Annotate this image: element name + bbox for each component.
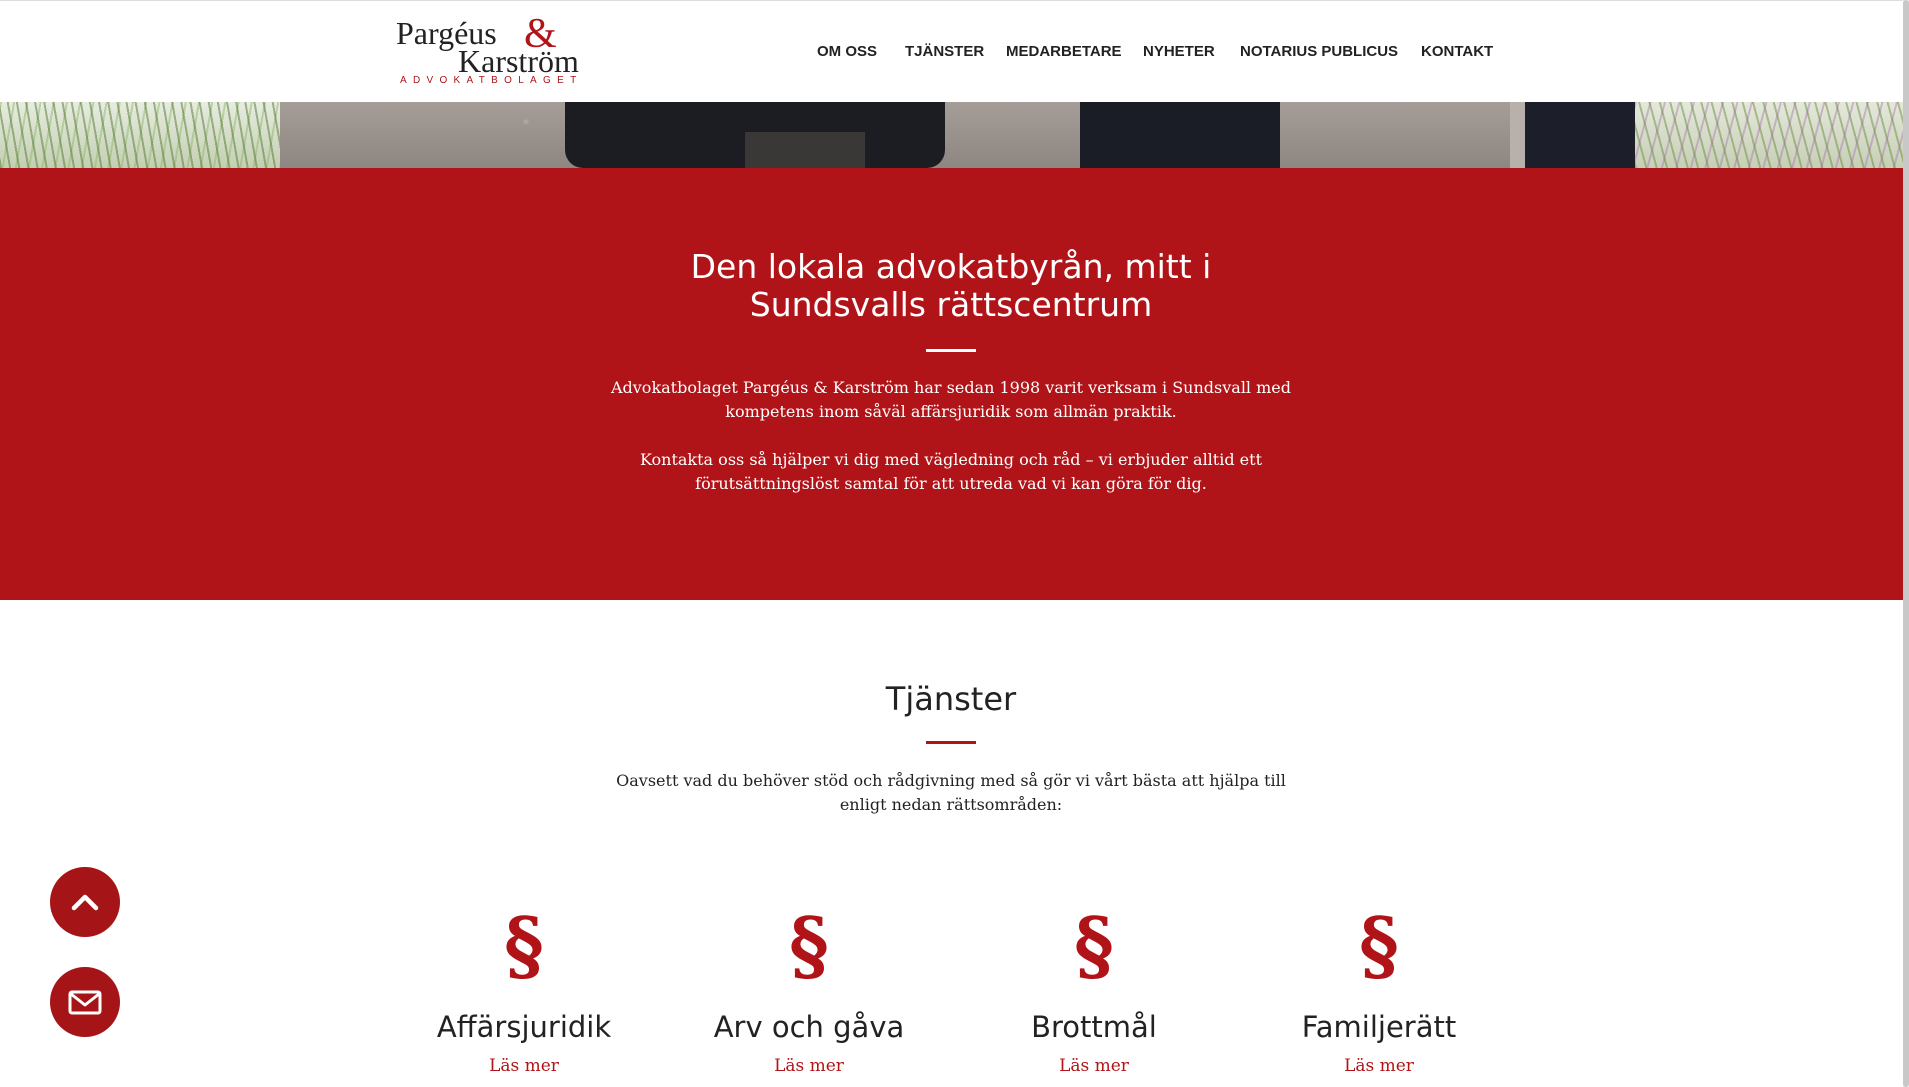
services-title: Tjänster [885,680,1017,718]
service-card-brottmal: § Brottmål Läs mer [974,900,1214,1087]
chevron-up-icon [71,894,99,911]
nav-item-kontakt[interactable]: KONTAKT [1421,43,1493,60]
service-read-more-link[interactable]: Läs mer [1259,1056,1499,1076]
service-read-more-link[interactable]: Läs mer [404,1056,644,1076]
intro-divider [926,349,976,352]
intro-paragraph-1: Advokatbolaget Pargéus & Karström har se… [610,378,1292,421]
site-header: Pargéus & Karström ADVOKATBOLAGET OM OSS… [0,0,1903,103]
services-intro: Oavsett vad du behöver stöd och rådgivni… [616,771,1286,814]
envelope-icon [68,990,102,1015]
page-scrollbar[interactable] [1903,0,1909,1087]
contact-mail-button[interactable] [50,967,120,1037]
service-card-arv-och-gava: § Arv och gåva Läs mer [689,900,929,1087]
photo-figure-middle [1080,102,1280,168]
service-card-familjeratt: § Familjerätt Läs mer [1259,900,1499,1087]
intro-title: Den lokala advokatbyrån, mitt i Sundsval… [690,247,1212,324]
nav-item-medarbetare[interactable]: MEDARBETARE [1006,43,1122,60]
intro-paragraph-2: Kontakta oss så hjälper vi dig med vägle… [640,450,1262,493]
paragraph-sign-icon: § [1074,901,1114,990]
intro-section: Den lokala advokatbyrån, mitt i Sundsval… [0,168,1903,600]
nav-item-tjanster[interactable]: TJÄNSTER [905,43,984,60]
service-name: Affärsjuridik [436,1010,612,1044]
logo-tagline: ADVOKATBOLAGET [400,75,583,86]
hero-photo [0,102,1903,168]
photo-object [745,132,865,168]
photo-grass-left [0,102,280,168]
nav-item-nyheter[interactable]: NYHETER [1143,43,1215,60]
site-logo[interactable]: Pargéus & Karström ADVOKATBOLAGET [396,13,586,87]
paragraph-sign-icon: § [789,901,829,990]
service-read-more-link[interactable]: Läs mer [974,1056,1214,1076]
service-card-affarsjuridik: § Affärsjuridik Läs mer [404,900,644,1087]
service-name: Familjerätt [1301,1010,1457,1044]
photo-grass-right [1635,102,1903,168]
scroll-to-top-button[interactable] [50,867,120,937]
service-name: Brottmål [1031,1010,1157,1044]
nav-item-om-oss[interactable]: OM OSS [817,43,877,60]
scrollbar-thumb[interactable] [1903,0,1909,1087]
service-read-more-link[interactable]: Läs mer [689,1056,929,1076]
paragraph-sign-icon: § [504,901,544,990]
services-divider [926,741,976,744]
service-name: Arv och gåva [713,1010,905,1044]
logo-text-karstrom: Karström [458,43,579,79]
photo-figure-right [1525,102,1635,168]
paragraph-sign-icon: § [1359,901,1399,990]
nav-item-notarius-publicus[interactable]: NOTARIUS PUBLICUS [1240,43,1398,60]
